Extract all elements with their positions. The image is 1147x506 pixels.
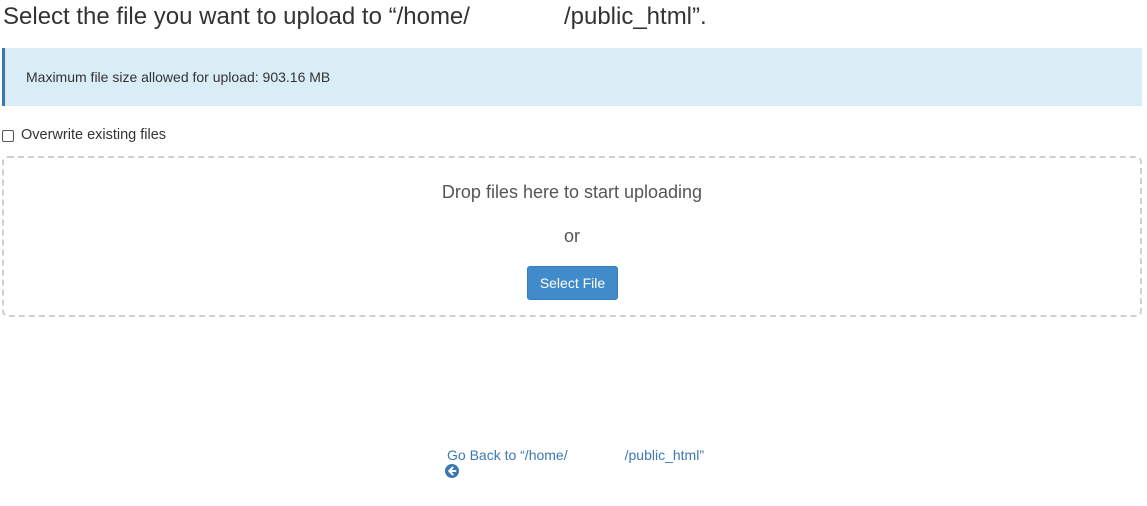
max-size-text: Maximum file size allowed for upload: 90…	[26, 69, 331, 85]
overwrite-option[interactable]: Overwrite existing files	[2, 126, 166, 144]
go-back-link[interactable]: Go Back to “/home/ /public_html”	[429, 447, 704, 478]
page-title-prefix: Select the file you want to upload to “/…	[3, 3, 470, 30]
overwrite-label[interactable]: Overwrite existing files	[21, 127, 166, 143]
select-file-button[interactable]: Select File	[527, 266, 618, 300]
drop-files-text: Drop files here to start uploading	[441, 182, 703, 202]
page-title: Select the file you want to upload to “/…	[3, 2, 707, 32]
or-separator: or	[563, 226, 580, 246]
overwrite-checkbox[interactable]	[2, 130, 14, 142]
go-back-suffix: /public_html”	[624, 447, 704, 463]
max-size-alert: Maximum file size allowed for upload: 90…	[2, 48, 1142, 106]
go-back-prefix: Go Back to “/home/	[447, 447, 568, 463]
circle-arrow-left-icon	[429, 448, 459, 478]
file-dropzone[interactable]: Drop files here to start uploading or Se…	[2, 156, 1142, 317]
page-title-suffix: /public_html”.	[563, 3, 707, 30]
